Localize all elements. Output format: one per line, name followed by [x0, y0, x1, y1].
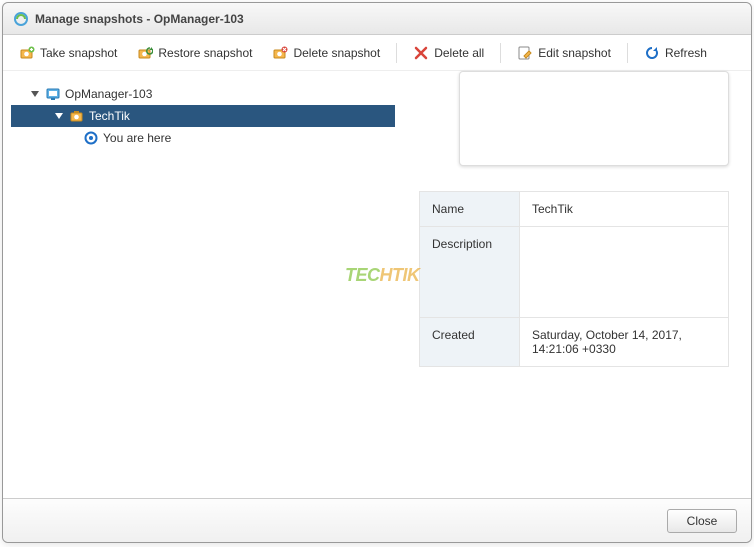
created-value: Saturday, October 14, 2017, 14:21:06 +03…	[520, 318, 728, 366]
restore-snapshot-label: Restore snapshot	[158, 46, 252, 60]
delete-all-button[interactable]: Delete all	[405, 41, 492, 65]
delete-snapshot-label: Delete snapshot	[293, 46, 380, 60]
tree-root-node[interactable]: OpManager-103	[11, 83, 395, 105]
snapshot-tree: OpManager-103 TechTik You are here	[3, 71, 403, 498]
details-panel: Name TechTik Description Created Saturda…	[403, 71, 751, 498]
toolbar-separator	[396, 43, 397, 63]
name-value: TechTik	[520, 192, 728, 226]
tree-here-label: You are here	[103, 131, 171, 145]
camera-add-icon	[19, 45, 35, 61]
description-label: Description	[420, 227, 520, 317]
snapshot-thumbnail	[459, 71, 729, 166]
snapshot-icon	[69, 108, 85, 124]
refresh-button[interactable]: Refresh	[636, 41, 715, 65]
take-snapshot-label: Take snapshot	[40, 46, 117, 60]
edit-icon	[517, 45, 533, 61]
content-area: OpManager-103 TechTik You are here Nam	[3, 71, 751, 498]
tree-snapshot-label: TechTik	[89, 109, 130, 123]
tree-snapshot-node[interactable]: TechTik	[11, 105, 395, 127]
vm-icon	[45, 86, 61, 102]
toolbar: Take snapshot Restore snapshot Delete sn…	[3, 35, 751, 71]
footer: Close	[3, 498, 751, 542]
toolbar-separator	[500, 43, 501, 63]
tree-root-label: OpManager-103	[65, 87, 152, 101]
close-button[interactable]: Close	[667, 509, 737, 533]
camera-delete-icon	[272, 45, 288, 61]
app-icon	[13, 11, 29, 27]
expander-icon	[31, 91, 39, 97]
target-icon	[83, 130, 99, 146]
details-row-description: Description	[420, 227, 728, 318]
titlebar: Manage snapshots - OpManager-103	[3, 3, 751, 35]
window-title: Manage snapshots - OpManager-103	[35, 12, 244, 26]
details-row-name: Name TechTik	[420, 192, 728, 227]
details-row-created: Created Saturday, October 14, 2017, 14:2…	[420, 318, 728, 366]
snapshot-manager-window: Manage snapshots - OpManager-103 Take sn…	[2, 2, 752, 543]
take-snapshot-button[interactable]: Take snapshot	[11, 41, 125, 65]
restore-snapshot-button[interactable]: Restore snapshot	[129, 41, 260, 65]
edit-snapshot-label: Edit snapshot	[538, 46, 611, 60]
edit-snapshot-button[interactable]: Edit snapshot	[509, 41, 619, 65]
expander-icon	[55, 113, 63, 119]
created-label: Created	[420, 318, 520, 366]
tree-here-node[interactable]: You are here	[11, 127, 395, 149]
refresh-label: Refresh	[665, 46, 707, 60]
description-value	[520, 227, 728, 317]
delete-all-icon	[413, 45, 429, 61]
details-table: Name TechTik Description Created Saturda…	[419, 191, 729, 367]
name-label: Name	[420, 192, 520, 226]
toolbar-separator	[627, 43, 628, 63]
refresh-icon	[644, 45, 660, 61]
delete-all-label: Delete all	[434, 46, 484, 60]
camera-restore-icon	[137, 45, 153, 61]
delete-snapshot-button[interactable]: Delete snapshot	[264, 41, 388, 65]
